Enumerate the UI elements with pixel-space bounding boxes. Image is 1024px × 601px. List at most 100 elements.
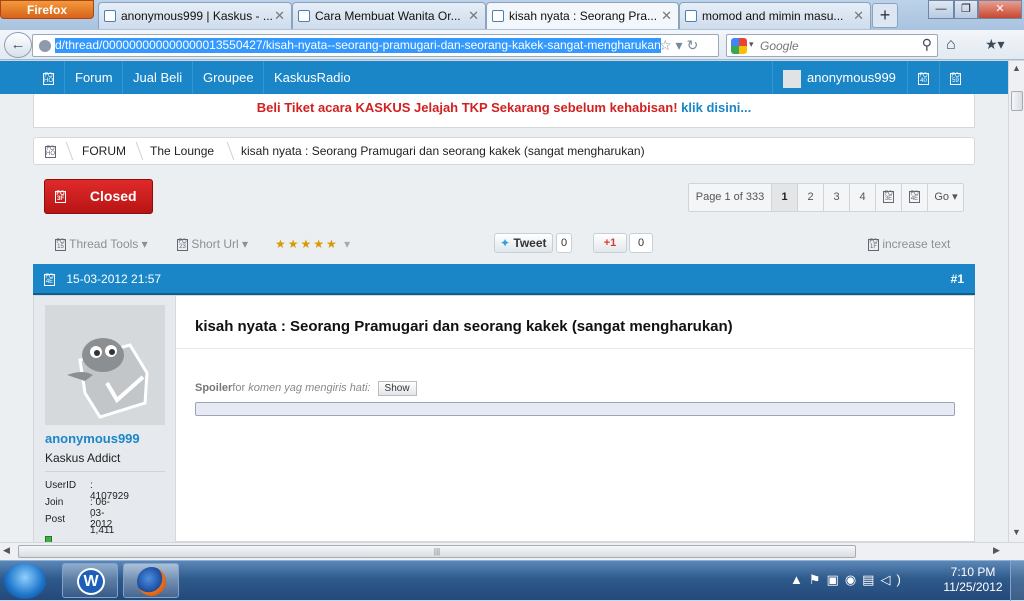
next-page-icon[interactable]: FO 3E xyxy=(875,184,901,211)
spoiler-content-box xyxy=(195,402,955,416)
maximize-button[interactable]: ❐ xyxy=(954,0,978,19)
volume-icon[interactable]: ◁) xyxy=(880,572,906,587)
minimize-button[interactable]: — xyxy=(928,0,954,19)
search-bar[interactable]: ▾ Google ⚲ xyxy=(726,34,938,57)
action-center-flag-icon[interactable]: ⚑ xyxy=(809,572,827,587)
bookmark-star-icon[interactable]: ☆▾↻ xyxy=(659,37,702,54)
breadcrumb-forum[interactable]: FORUM xyxy=(82,138,126,164)
close-tab-icon[interactable]: ✕ xyxy=(853,3,864,29)
page-2-link[interactable]: 2 xyxy=(797,184,823,211)
rating-dropdown-icon[interactable]: ▾ xyxy=(344,237,352,251)
lock-icon: FO 3F xyxy=(55,191,66,204)
browser-tab[interactable]: momod and mimin masu... ✕ xyxy=(679,2,871,29)
site-identity-icon[interactable] xyxy=(39,40,51,52)
page-4-link[interactable]: 4 xyxy=(849,184,875,211)
horizontal-scrollbar[interactable]: ◀ ||| ▶ xyxy=(0,542,1024,560)
tab-label: Cara Membuat Wanita Or... xyxy=(315,9,461,23)
thread-tools-dropdown[interactable]: FO 15 Thread Tools ▾ xyxy=(55,237,148,251)
network-icon[interactable]: ▤ xyxy=(862,572,880,587)
settings-icon[interactable]: FO 59 xyxy=(939,61,971,94)
breadcrumb-the-lounge[interactable]: The Lounge xyxy=(150,138,214,164)
back-button[interactable]: ← xyxy=(4,32,32,58)
scroll-right-icon[interactable]: ▶ xyxy=(993,545,1000,556)
author-sidebar: anonymous999 Kaskus Addict UserID : 4107… xyxy=(34,296,176,542)
announcement-text: Beli Tiket acara KASKUS Jelajah TKP Seka… xyxy=(256,100,678,115)
spoiler-text: komen yag mengiris hati: xyxy=(248,382,371,394)
page-3-link[interactable]: 3 xyxy=(823,184,849,211)
browser-tab-bar: Firefox anonymous999 | Kaskus - ... ✕ Ca… xyxy=(0,0,1024,30)
announcement-banner: Beli Tiket acara KASKUS Jelajah TKP Seka… xyxy=(33,94,975,128)
network-globe-icon[interactable]: ◉ xyxy=(845,572,862,587)
tweet-button[interactable]: ✦ Tweet xyxy=(494,233,553,253)
thread-toolbar: FO 15 Thread Tools ▾ FO 23 Short Url ▾ ★★★… xyxy=(33,227,975,261)
nav-username: anonymous999 xyxy=(807,70,896,85)
scroll-up-icon[interactable]: ▲ xyxy=(1012,63,1021,73)
author-userid-row: UserID : 4107929 xyxy=(45,480,129,502)
rating-stars[interactable]: ★★★★★ ▾ xyxy=(275,237,352,251)
sidebar-divider xyxy=(45,471,165,472)
url-text[interactable]: d/thread/000000000000000013550427/kisah-… xyxy=(55,38,661,53)
spoiler-show-button[interactable]: Show xyxy=(377,381,417,396)
firefox-app-icon xyxy=(137,567,166,596)
post-number-link[interactable]: #1 xyxy=(951,264,964,295)
author-join-row: Join : 06-03-2012 xyxy=(45,497,112,530)
taskbar-clock[interactable]: 7:10 PM 11/25/2012 xyxy=(940,565,1006,595)
closed-label: Closed xyxy=(89,188,137,204)
notifications-icon[interactable]: FO 40 xyxy=(907,61,939,94)
search-icon[interactable]: ⚲ xyxy=(922,36,932,53)
close-tab-icon[interactable]: ✕ xyxy=(661,3,672,29)
gplus-count: 0 xyxy=(629,233,653,253)
pagination: Page 1 of 333 1 2 3 4 FO 3E FO 4E Go ▾ xyxy=(688,183,964,212)
tweet-label: Tweet xyxy=(513,236,547,250)
user-menu[interactable]: anonymous999 xyxy=(772,61,906,94)
browser-tab[interactable]: Cara Membuat Wanita Or... ✕ xyxy=(292,2,486,29)
nav-groupee[interactable]: Groupee xyxy=(192,61,264,94)
closed-thread-button[interactable]: FO 3F Closed xyxy=(44,179,153,214)
close-tab-icon[interactable]: ✕ xyxy=(468,3,479,29)
home-icon[interactable]: ⌂ xyxy=(946,36,956,54)
engine-dropdown-icon[interactable]: ▾ xyxy=(749,39,754,50)
scroll-down-icon[interactable]: ▼ xyxy=(1012,527,1021,537)
increase-text-button[interactable]: FO 1F increase text xyxy=(868,237,950,251)
windows-start-button[interactable] xyxy=(4,563,46,599)
go-to-page-dropdown[interactable]: Go ▾ xyxy=(927,184,964,211)
spoiler-label: Spoiler xyxy=(195,382,233,394)
bookmarks-menu-icon[interactable]: ★▾ xyxy=(985,36,1005,53)
announcement-link[interactable]: klik disini... xyxy=(681,100,751,115)
browser-tab-active[interactable]: kisah nyata : Seorang Pra... ✕ xyxy=(486,2,679,29)
breadcrumb-current: kisah nyata : Seorang Pramugari dan seor… xyxy=(241,144,645,158)
close-tab-icon[interactable]: ✕ xyxy=(274,3,285,29)
vertical-scroll-thumb[interactable] xyxy=(1011,91,1023,111)
clock-date: 11/25/2012 xyxy=(943,580,1003,594)
page-viewport: FO HO Forum Jual Beli Groupee KaskusRadio… xyxy=(0,61,1008,542)
title-divider xyxy=(176,348,975,349)
avatar[interactable] xyxy=(45,305,165,425)
page-1-link[interactable]: 1 xyxy=(771,184,797,211)
nav-jual-beli[interactable]: Jual Beli xyxy=(122,61,192,94)
vertical-scrollbar[interactable]: ▲ ▼ xyxy=(1008,61,1024,542)
clock-time: 7:10 PM xyxy=(950,565,996,579)
home-nav-icon[interactable]: FO HO xyxy=(33,61,64,94)
author-username[interactable]: anonymous999 xyxy=(45,431,140,446)
tab-label: anonymous999 | Kaskus - ... xyxy=(121,9,273,23)
increase-text-label: increase text xyxy=(882,237,951,251)
firefox-menu-button[interactable]: Firefox xyxy=(0,0,94,19)
nav-forum[interactable]: Forum xyxy=(64,61,123,94)
taskbar-word-app[interactable]: W xyxy=(62,563,118,598)
new-tab-button[interactable]: + xyxy=(872,3,898,28)
show-desktop-button[interactable] xyxy=(1010,561,1024,601)
google-engine-icon[interactable] xyxy=(731,38,747,54)
breadcrumb-home-icon[interactable]: FO HO xyxy=(45,138,56,164)
browser-tab[interactable]: anonymous999 | Kaskus - ... ✕ xyxy=(98,2,292,29)
horizontal-scroll-thumb[interactable]: ||| xyxy=(18,545,856,558)
url-bar[interactable]: d/thread/000000000000000013550427/kisah-… xyxy=(32,34,719,57)
taskbar-firefox-app[interactable] xyxy=(123,563,179,598)
scroll-left-icon[interactable]: ◀ xyxy=(3,545,10,556)
close-window-button[interactable]: ✕ xyxy=(978,0,1022,19)
tray-app-icon[interactable]: ▣ xyxy=(827,572,845,587)
tray-expand-icon[interactable]: ▲ xyxy=(790,572,809,587)
nav-kaskusradio[interactable]: KaskusRadio xyxy=(263,61,361,94)
last-page-icon[interactable]: FO 4E xyxy=(901,184,927,211)
google-plus-button[interactable]: +1 xyxy=(593,233,627,253)
short-url-dropdown[interactable]: FO 23 Short Url ▾ xyxy=(177,237,248,251)
